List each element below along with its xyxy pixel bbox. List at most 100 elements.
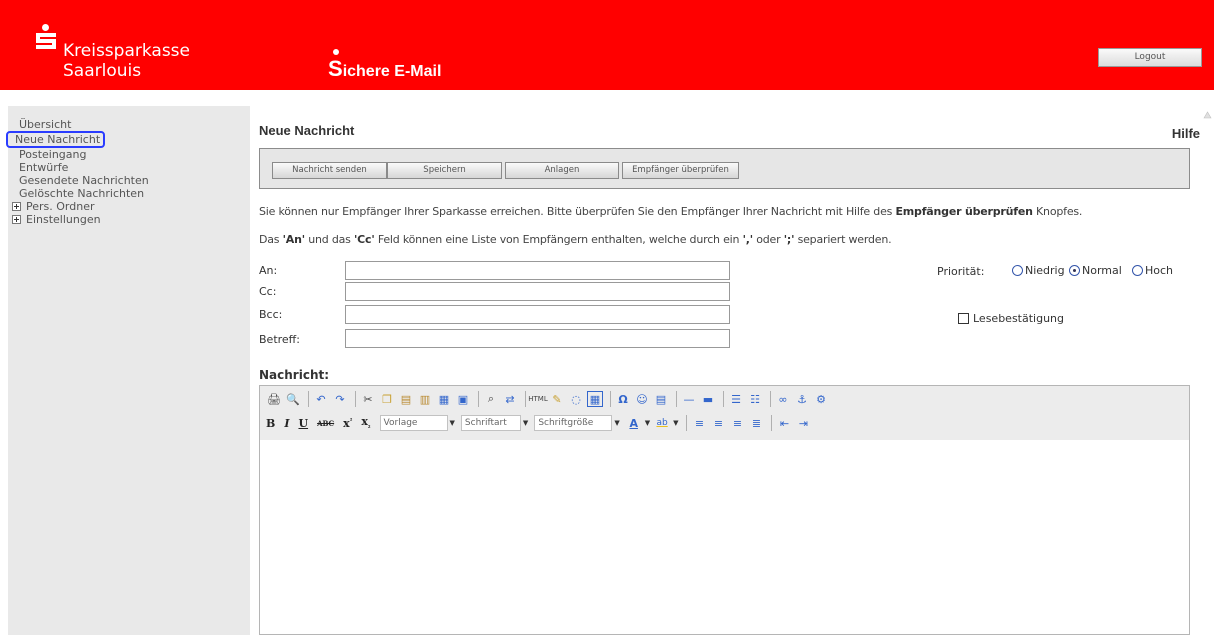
replace-icon[interactable]: ⇄ <box>502 391 518 407</box>
sparkasse-logo-icon <box>36 24 56 50</box>
paste-word-icon[interactable]: ▦ <box>436 391 452 407</box>
align-left-icon[interactable]: ≡ <box>691 415 707 431</box>
indent-icon[interactable]: ⇥ <box>795 415 811 431</box>
text-color-dropdown-icon[interactable]: ▼ <box>645 419 650 427</box>
eraser-icon[interactable]: ◌ <box>568 391 584 407</box>
style-dropdown-icon[interactable]: ▼ <box>450 419 455 427</box>
style-select[interactable]: Vorlage <box>379 415 448 431</box>
select-all-icon[interactable]: ▣ <box>455 391 471 407</box>
sidebar: Übersicht Neue Nachricht Posteingang Ent… <box>6 106 250 635</box>
unlink-icon[interactable]: ⚙ <box>813 391 829 407</box>
highlight-dropdown-icon[interactable]: ▼ <box>673 419 678 427</box>
to-label: An: <box>259 264 278 277</box>
radio-icon[interactable] <box>1132 265 1143 276</box>
editor-toolbar-row2: B I U ABC x² x₂ Vorlage ▼ Schriftart ▼ S… <box>266 413 814 433</box>
italic-icon[interactable]: I <box>284 417 289 430</box>
to-field[interactable] <box>345 261 730 280</box>
priority-normal-radio[interactable]: Normal <box>1069 264 1122 277</box>
paste-text-icon[interactable]: ▥ <box>417 391 433 407</box>
text-color-icon[interactable]: A <box>626 415 642 431</box>
special-char-icon[interactable]: Ω <box>615 391 631 407</box>
subject-field[interactable] <box>345 329 730 348</box>
info-text-separators: Das 'An' und das 'Cc' Feld können eine L… <box>259 233 892 246</box>
undo-icon[interactable]: ↶ <box>313 391 329 407</box>
sidebar-folder-personal[interactable]: Pers. Ordner <box>8 200 250 213</box>
sidebar-folder-settings[interactable]: Einstellungen <box>8 213 250 226</box>
align-right-icon[interactable]: ≡ <box>729 415 745 431</box>
print-icon[interactable]: 🖨 <box>266 391 282 407</box>
send-message-button[interactable]: Nachricht senden <box>272 162 387 179</box>
table-icon[interactable]: ▦ <box>587 391 603 407</box>
editor-body[interactable] <box>260 440 1189 634</box>
radio-icon[interactable] <box>1012 265 1023 276</box>
emoticon-icon[interactable]: ☺ <box>634 391 650 407</box>
cc-field[interactable] <box>345 282 730 301</box>
help-link[interactable]: Hilfe <box>1172 126 1200 141</box>
radio-selected-icon[interactable] <box>1069 265 1080 276</box>
sidebar-folder-settings-label: Einstellungen <box>26 213 101 226</box>
sidebar-item-overview[interactable]: Übersicht <box>8 118 250 131</box>
header-bar: Kreissparkasse Saarlouis Sichere E-Mail … <box>0 0 1214 90</box>
editor-toolbar: 🖨 🔍 ↶ ↷ ✂ ❐ ▤ ▥ ▦ ▣ ⌕ ⇄ HTML ✎ ◌ ▦ Ω ☺ ▤… <box>260 386 1189 440</box>
strikethrough-icon[interactable]: ABC <box>317 419 334 428</box>
cc-label: Cc: <box>259 285 277 298</box>
sidebar-item-new-message[interactable]: Neue Nachricht <box>6 131 106 148</box>
outdent-icon[interactable]: ⇤ <box>776 415 792 431</box>
clean-format-icon[interactable]: ✎ <box>549 391 565 407</box>
bullet-list-icon[interactable]: ☰ <box>728 391 744 407</box>
scroll-up-icon[interactable] <box>1203 110 1212 120</box>
app-title: Sichere E-Mail <box>328 49 442 82</box>
expand-plus-icon[interactable] <box>12 215 21 224</box>
numbered-list-icon[interactable]: ☷ <box>747 391 763 407</box>
read-receipt-checkbox[interactable] <box>958 313 969 324</box>
cut-icon[interactable]: ✂ <box>360 391 376 407</box>
sidebar-item-deleted[interactable]: Gelöschte Nachrichten <box>8 187 250 200</box>
horizontal-rule-icon[interactable]: — <box>681 391 697 407</box>
check-recipients-button[interactable]: Empfänger überprüfen <box>622 162 739 179</box>
font-size-select[interactable]: Schriftgröße <box>534 415 613 431</box>
date-icon[interactable]: ▤ <box>653 391 669 407</box>
subscript-icon[interactable]: x₂ <box>361 415 370 430</box>
highlight-color-icon[interactable]: ab <box>654 415 670 431</box>
app-title-rest: ichere E-Mail <box>342 63 442 80</box>
sidebar-folder-personal-label: Pers. Ordner <box>26 200 95 213</box>
priority-high-radio[interactable]: Hoch <box>1132 264 1173 277</box>
subject-label: Betreff: <box>259 333 300 346</box>
font-select[interactable]: Schriftart <box>460 415 521 431</box>
expand-plus-icon[interactable] <box>12 202 21 211</box>
read-receipt-label: Lesebestätigung <box>973 312 1065 325</box>
html-source-icon[interactable]: HTML <box>528 391 547 407</box>
underline-icon[interactable]: U <box>298 417 308 430</box>
read-receipt-option[interactable]: Lesebestätigung <box>958 312 1064 325</box>
align-center-icon[interactable]: ≡ <box>710 415 726 431</box>
rich-text-editor: 🖨 🔍 ↶ ↷ ✂ ❐ ▤ ▥ ▦ ▣ ⌕ ⇄ HTML ✎ ◌ ▦ Ω ☺ ▤… <box>259 385 1190 635</box>
priority-label: Priorität: <box>937 265 985 278</box>
bold-icon[interactable]: B <box>266 417 275 430</box>
font-dropdown-icon[interactable]: ▼ <box>523 419 528 427</box>
paste-icon[interactable]: ▤ <box>398 391 414 407</box>
message-toolbar: Nachricht senden Speichern Anlagen Empfä… <box>259 148 1190 189</box>
page-title: Neue Nachricht <box>259 123 355 138</box>
size-dropdown-icon[interactable]: ▼ <box>614 419 619 427</box>
sidebar-item-drafts[interactable]: Entwürfe <box>8 161 250 174</box>
logout-button[interactable]: Logout <box>1098 48 1202 67</box>
sidebar-item-inbox[interactable]: Posteingang <box>8 148 250 161</box>
message-label: Nachricht: <box>259 368 330 382</box>
justify-icon[interactable]: ≣ <box>748 415 764 431</box>
link-icon[interactable]: ∞ <box>775 391 791 407</box>
anchor-icon[interactable]: ⚓ <box>794 391 810 407</box>
find-icon[interactable]: ⌕ <box>483 391 499 407</box>
copy-icon[interactable]: ❐ <box>379 391 395 407</box>
editor-toolbar-row1: 🖨 🔍 ↶ ↷ ✂ ❐ ▤ ▥ ▦ ▣ ⌕ ⇄ HTML ✎ ◌ ▦ Ω ☺ ▤… <box>266 389 832 409</box>
save-button[interactable]: Speichern <box>387 162 502 179</box>
info-text-recipients: Sie können nur Empfänger Ihrer Sparkasse… <box>259 205 1083 218</box>
app-s-logo-icon <box>328 49 344 79</box>
line-style-icon[interactable]: ▬ <box>700 391 716 407</box>
bcc-field[interactable] <box>345 305 730 324</box>
attachments-button[interactable]: Anlagen <box>505 162 619 179</box>
superscript-icon[interactable]: x² <box>343 417 352 430</box>
priority-low-radio[interactable]: Niedrig <box>1012 264 1065 277</box>
preview-icon[interactable]: 🔍 <box>285 391 301 407</box>
sidebar-item-sent[interactable]: Gesendete Nachrichten <box>8 174 250 187</box>
redo-icon[interactable]: ↷ <box>332 391 348 407</box>
